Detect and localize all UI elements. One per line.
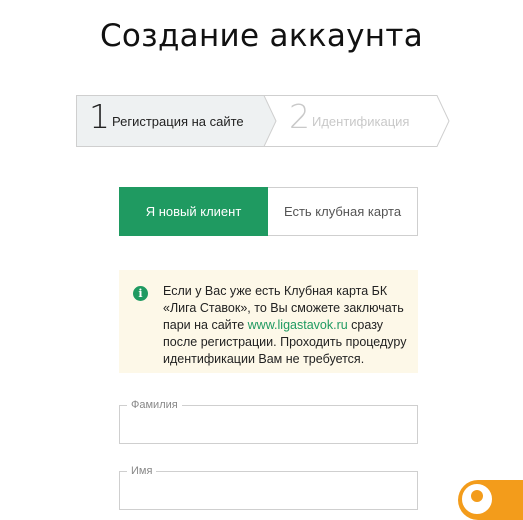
registration-steps: 1 Регистрация на сайте 2 Идентификация — [76, 95, 450, 147]
client-type-toggle: Я новый клиент Есть клубная карта — [119, 187, 418, 236]
club-card-button[interactable]: Есть клубная карта — [268, 188, 417, 235]
site-link[interactable]: www.ligastavok.ru — [248, 318, 348, 332]
chat-widget-button[interactable] — [458, 480, 523, 520]
surname-input[interactable] — [120, 406, 417, 443]
chat-user-icon — [460, 482, 494, 516]
step-label: Идентификация — [312, 114, 410, 129]
step-number: 1 — [89, 97, 110, 136]
club-card-notice: i Если у Вас уже есть Клубная карта БК «… — [119, 270, 418, 373]
new-client-button[interactable]: Я новый клиент — [119, 187, 268, 236]
notice-text: Если у Вас уже есть Клубная карта БК «Ли… — [163, 283, 411, 368]
name-field: Имя — [119, 465, 418, 510]
surname-field: Фамилия — [119, 399, 418, 444]
step-number: 2 — [289, 97, 310, 136]
step-label: Регистрация на сайте — [112, 114, 244, 129]
name-input[interactable] — [120, 472, 417, 509]
page-title: Создание аккаунта — [99, 18, 424, 54]
info-icon: i — [133, 286, 148, 301]
